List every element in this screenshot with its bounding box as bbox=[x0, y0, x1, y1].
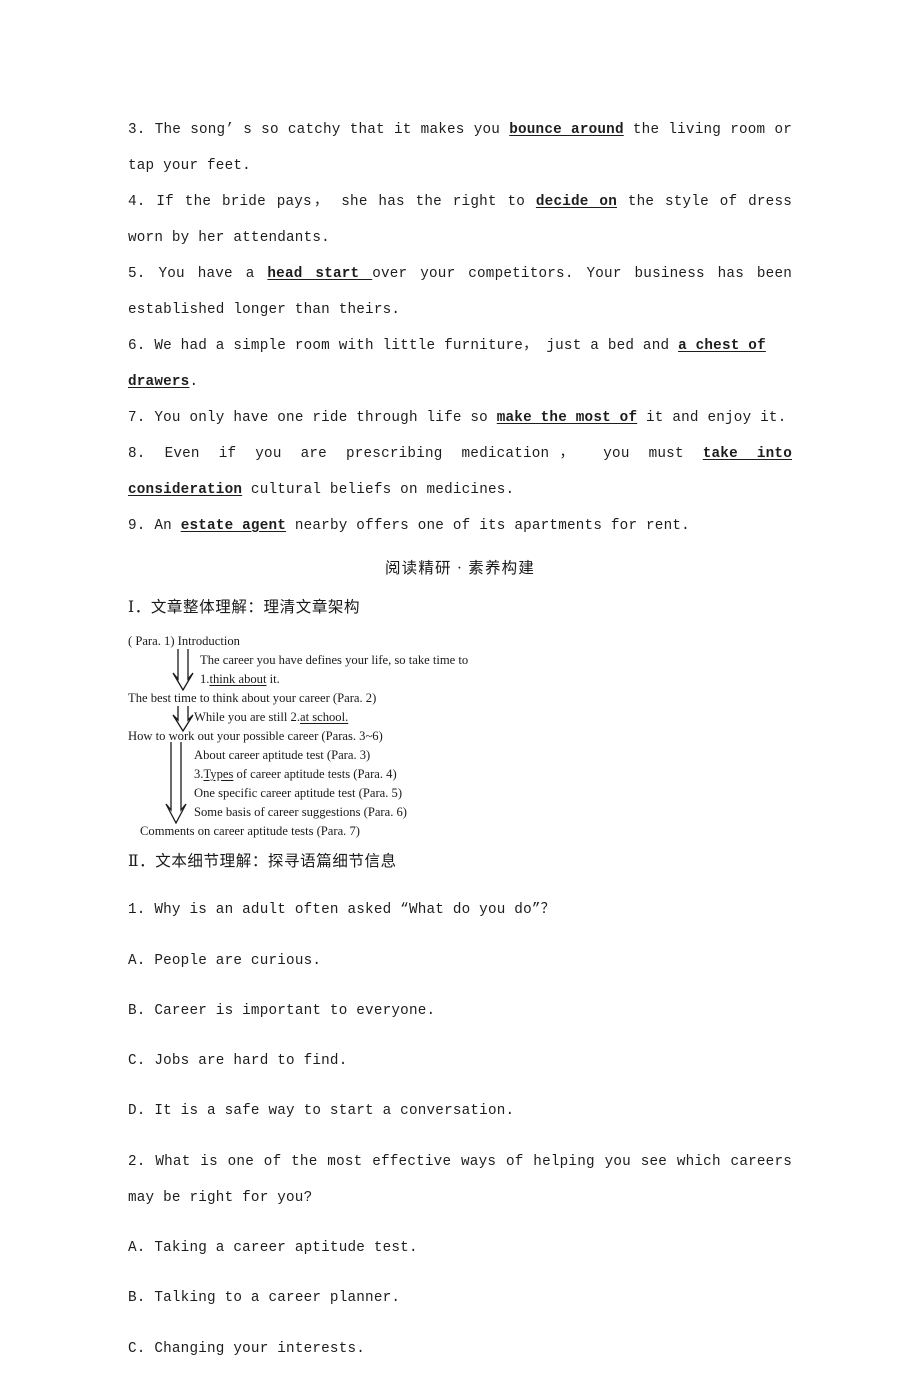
diagram-line-some-basis: Some basis of career suggestions (Para. … bbox=[194, 803, 407, 821]
down-arrow-long-icon bbox=[165, 742, 187, 824]
diagram-text: ( Para. 1) Introduction bbox=[128, 634, 240, 648]
item-key-phrase: head start bbox=[267, 266, 373, 282]
item-number: 4. bbox=[128, 194, 146, 210]
diagram-text: About career aptitude test (Para. 3) bbox=[194, 748, 371, 762]
option-letter: C. bbox=[128, 1053, 146, 1070]
question-2: 2. What is one of the most effective way… bbox=[128, 1144, 792, 1367]
item-text-part: An bbox=[154, 518, 181, 534]
option-b[interactable]: B. Talking to a career planner. bbox=[128, 1280, 792, 1316]
exercise-item-5: 5. You have a head start over your compe… bbox=[128, 256, 792, 328]
diagram-blank-answer: Types bbox=[203, 767, 234, 781]
diagram-text: it. bbox=[266, 672, 280, 686]
option-a[interactable]: A. People are curious. bbox=[128, 943, 792, 979]
option-text: Career is important to everyone. bbox=[154, 1002, 436, 1019]
item-key-phrase: bounce around bbox=[509, 122, 624, 138]
item-number: 7. bbox=[128, 410, 146, 426]
diagram-line-one-specific: One specific career aptitude test (Para.… bbox=[194, 784, 402, 802]
option-b[interactable]: B. Career is important to everyone. bbox=[128, 993, 792, 1029]
down-arrow-icon bbox=[172, 649, 194, 691]
item-text-part: nearby offers one of its apartments for … bbox=[286, 518, 690, 534]
option-text: People are curious. bbox=[154, 952, 322, 969]
item-text-part: The song’ s so catchy that it makes you bbox=[154, 122, 510, 138]
question-text: What is one of the most effective ways o… bbox=[128, 1153, 792, 1206]
item-text-part: it and enjoy it. bbox=[637, 410, 787, 426]
option-text: Jobs are hard to find. bbox=[154, 1053, 348, 1070]
item-text-part: . bbox=[189, 374, 199, 390]
option-text: Taking a career aptitude test. bbox=[154, 1240, 418, 1257]
item-number: 8. bbox=[128, 446, 146, 462]
diagram-line-best-time: The best time to think about your career… bbox=[128, 689, 376, 707]
diagram-text: While you are still 2. bbox=[194, 710, 300, 724]
question-text: Why is an adult often asked “What do you… bbox=[154, 902, 556, 919]
question-number: 2. bbox=[128, 1153, 146, 1170]
option-letter: C. bbox=[128, 1340, 146, 1357]
item-key-phrase: make the most of bbox=[496, 410, 638, 426]
item-text-part: If the bride pays， she has the right to bbox=[156, 194, 536, 210]
item-number: 9. bbox=[128, 518, 146, 534]
exercise-list: 3. The song’ s so catchy that it makes y… bbox=[128, 112, 792, 544]
diagram-blank-answer: at school. bbox=[299, 710, 349, 724]
exercise-item-6: 6. We had a simple room with little furn… bbox=[128, 328, 792, 400]
diagram-text: Some basis of career suggestions (Para. … bbox=[194, 805, 407, 819]
diagram-line-career-defines: The career you have defines your life, s… bbox=[200, 651, 468, 669]
diagram-line-comments: Comments on career aptitude tests (Para.… bbox=[140, 822, 360, 840]
exercise-item-8: 8. Even if you are prescribing medicatio… bbox=[128, 436, 792, 508]
section-banner: 阅读精研 · 素养构建 bbox=[384, 560, 536, 577]
item-number: 3. bbox=[128, 122, 146, 138]
item-text-part: You only have one ride through life so bbox=[154, 410, 497, 426]
option-letter: B. bbox=[128, 1002, 146, 1019]
question-stem: 1. Why is an adult often asked “What do … bbox=[128, 892, 792, 928]
diagram-text: How to work out your possible career (Pa… bbox=[128, 729, 383, 743]
diagram-text: of career aptitude tests (Para. 4) bbox=[233, 767, 397, 781]
diagram-text: Comments on career aptitude tests (Para.… bbox=[140, 824, 360, 838]
diagram-line-types: 3.Types of career aptitude tests (Para. … bbox=[194, 765, 397, 783]
option-c[interactable]: C. Changing your interests. bbox=[128, 1331, 792, 1367]
option-d[interactable]: D. It is a safe way to start a conversat… bbox=[128, 1093, 792, 1129]
item-key-phrase: decide on bbox=[535, 194, 617, 210]
exercise-item-4: 4. If the bride pays， she has the right … bbox=[128, 184, 792, 256]
exercise-item-7: 7. You only have one ride through life s… bbox=[128, 400, 792, 436]
option-letter: D. bbox=[128, 1103, 146, 1120]
diagram-text: The career you have defines your life, s… bbox=[200, 653, 469, 667]
option-text: Talking to a career planner. bbox=[154, 1290, 401, 1307]
item-text-part: Even if you are prescribing medication， … bbox=[164, 446, 703, 462]
diagram-line-at-school: While you are still 2.at school. bbox=[194, 708, 348, 726]
option-letter: A. bbox=[128, 1240, 146, 1257]
item-number: 5. bbox=[128, 266, 146, 282]
exercise-item-9: 9. An estate agent nearby offers one of … bbox=[128, 508, 792, 544]
question-stem: 2. What is one of the most effective way… bbox=[128, 1144, 792, 1216]
item-text-part: cultural beliefs on medicines. bbox=[242, 482, 515, 498]
option-letter: B. bbox=[128, 1290, 146, 1307]
diagram-line-about-test: About career aptitude test (Para. 3) bbox=[194, 746, 370, 764]
option-letter: A. bbox=[128, 952, 146, 969]
option-text: Changing your interests. bbox=[154, 1340, 366, 1357]
diagram-text: The best time to think about your career… bbox=[128, 691, 377, 705]
option-a[interactable]: A. Taking a career aptitude test. bbox=[128, 1230, 792, 1266]
diagram-blank-answer: think about bbox=[209, 672, 267, 686]
question-number: 1. bbox=[128, 902, 146, 919]
diagram-line-para1: ( Para. 1) Introduction bbox=[128, 632, 240, 650]
diagram-text: One specific career aptitude test (Para.… bbox=[194, 786, 403, 800]
diagram-line-think-about: 1.think about it. bbox=[200, 670, 280, 688]
item-key-phrase: estate agent bbox=[180, 518, 287, 534]
item-text-part: We had a simple room with little furnitu… bbox=[154, 338, 679, 354]
question-1: 1. Why is an adult often asked “What do … bbox=[128, 892, 792, 1129]
article-structure-diagram: ( Para. 1) Introduction The career you h… bbox=[128, 632, 792, 838]
section-two-heading: Ⅱ．文本细节理解：探寻语篇细节信息 bbox=[128, 853, 397, 870]
document-page: 3. The song’ s so catchy that it makes y… bbox=[0, 0, 920, 1357]
exercise-item-3: 3. The song’ s so catchy that it makes y… bbox=[128, 112, 792, 184]
page-content: 3. The song’ s so catchy that it makes y… bbox=[128, 112, 792, 1381]
option-c[interactable]: C. Jobs are hard to find. bbox=[128, 1043, 792, 1079]
diagram-line-work-out: How to work out your possible career (Pa… bbox=[128, 727, 383, 745]
item-number: 6. bbox=[128, 338, 146, 354]
option-text: It is a safe way to start a conversation… bbox=[154, 1103, 515, 1120]
item-text-part: You have a bbox=[158, 266, 268, 282]
section-one-heading: Ⅰ．文章整体理解：理清文章架构 bbox=[128, 599, 361, 616]
